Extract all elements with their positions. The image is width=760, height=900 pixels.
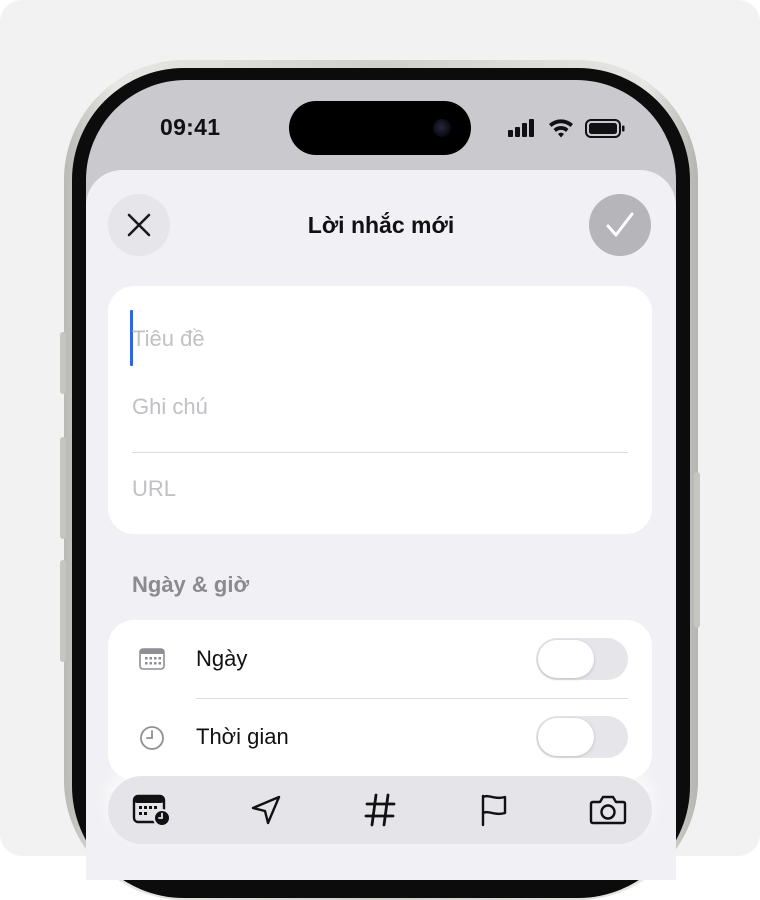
battery-icon xyxy=(585,119,625,138)
date-time-divider xyxy=(196,698,628,699)
sheet-title: Lời nhắc mới xyxy=(307,212,455,238)
notes-field[interactable]: Ghi chú xyxy=(132,394,208,420)
checkmark-icon xyxy=(606,212,634,237)
flag-tool-button[interactable] xyxy=(470,786,518,834)
date-time-card: Ngày Thời gian xyxy=(108,620,652,780)
front-camera xyxy=(433,119,451,137)
wifi-icon xyxy=(549,119,573,138)
status-time: 09:41 xyxy=(160,114,221,140)
location-arrow-icon xyxy=(251,795,281,825)
date-time-tool-button[interactable] xyxy=(128,786,176,834)
quick-toolbar xyxy=(108,776,652,844)
clock-icon xyxy=(138,724,166,757)
hashtag-icon xyxy=(364,793,396,827)
power-button xyxy=(694,472,700,628)
status-icons xyxy=(506,116,628,145)
fields-divider xyxy=(132,452,628,453)
url-field[interactable]: URL xyxy=(132,476,176,502)
new-reminder-sheet: Lời nhắc mới Tiêu đề Ghi chú URL Ngày & … xyxy=(86,170,676,880)
camera-tool-button[interactable] xyxy=(584,786,632,834)
cellular-signal-icon xyxy=(508,119,534,137)
time-toggle[interactable] xyxy=(536,716,628,758)
time-label: Thời gian xyxy=(196,724,289,749)
date-toggle[interactable] xyxy=(536,638,628,680)
date-label: Ngày xyxy=(196,646,248,671)
volume-down-button xyxy=(60,560,66,662)
reminder-fields-card: Tiêu đề Ghi chú URL xyxy=(108,286,652,534)
tag-tool-button[interactable] xyxy=(356,786,404,834)
done-button[interactable] xyxy=(589,194,651,256)
location-tool-button[interactable] xyxy=(242,786,290,834)
toggle-knob xyxy=(538,718,594,756)
camera-icon xyxy=(589,795,627,825)
title-field[interactable]: Tiêu đề xyxy=(132,326,205,352)
date-time-section-title: Ngày & giờ xyxy=(132,572,250,597)
phone-screen: 09:41 Lời nhắc mới Tiêu đề Ghi chú URL N… xyxy=(86,80,676,880)
action-button xyxy=(60,332,66,394)
calendar-icon xyxy=(138,646,166,677)
flag-icon xyxy=(481,794,507,827)
calendar-clock-icon xyxy=(132,794,171,827)
toggle-knob xyxy=(538,640,594,678)
volume-up-button xyxy=(60,437,66,539)
